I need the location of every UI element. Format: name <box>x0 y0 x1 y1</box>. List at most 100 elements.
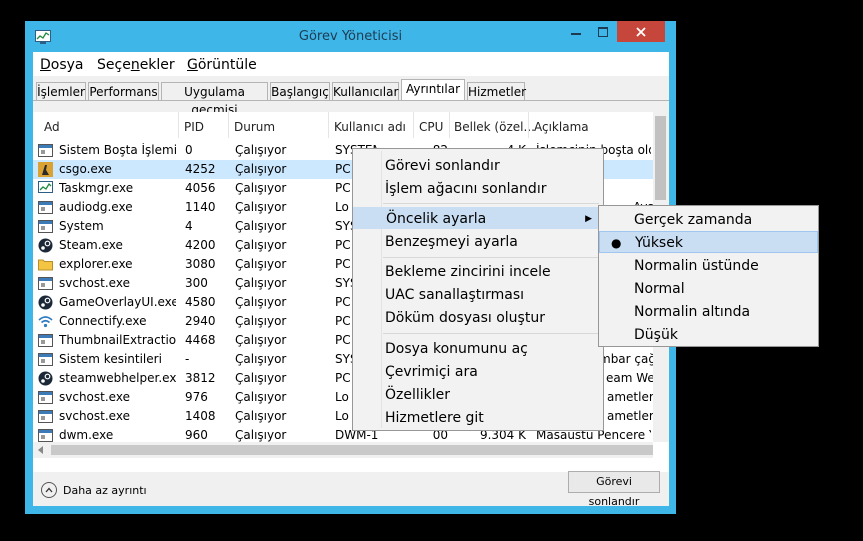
window-icon <box>38 200 53 215</box>
cell-pid: 4056 <box>185 181 216 195</box>
ctx-search-online[interactable]: Çevrimiçi ara <box>353 361 603 383</box>
ctx-end-process-tree[interactable]: İşlem ağacını sonlandır <box>353 178 603 200</box>
ctx-separator <box>383 333 599 334</box>
window-icon <box>38 276 53 291</box>
menu-secenekler-label-b: ekler <box>139 57 175 73</box>
tab-uygulama-gecmisi[interactable]: Uygulama geçmişi <box>161 82 268 117</box>
minimize-button[interactable] <box>562 21 589 42</box>
ctx-open-file-location[interactable]: Dosya konumunu aç <box>353 338 603 360</box>
steam-icon <box>38 238 53 253</box>
tab-ayrintilar[interactable]: Ayrıntılar <box>401 79 465 101</box>
cell-name: Sistem Boşta İşlemi <box>59 143 176 157</box>
ctx-end-task[interactable]: Görevi sonlandır <box>353 155 603 177</box>
chevron-up-icon <box>41 482 57 498</box>
menu-dosya[interactable]: Dosya <box>40 57 84 73</box>
scroll-left-icon[interactable] <box>37 446 45 454</box>
menu-secenekler-key: n <box>130 57 140 73</box>
cell-name: System <box>59 219 104 233</box>
col-header-cpu[interactable]: CPU <box>419 120 443 134</box>
folder-icon <box>38 257 53 272</box>
steam-icon <box>38 295 53 310</box>
less-details-button[interactable]: Daha az ayrıntı <box>41 480 147 500</box>
vertical-scroll-thumb[interactable] <box>655 116 666 200</box>
col-header-description[interactable]: Açıklama <box>534 120 589 134</box>
close-icon <box>636 26 646 37</box>
cell-name: csgo.exe <box>59 162 112 176</box>
cell-pid: 4468 <box>185 333 216 347</box>
cell-name: Sistem kesintileri <box>59 352 162 366</box>
col-separator[interactable] <box>228 112 229 138</box>
menu-secenekler[interactable]: Seçenekler <box>97 57 175 73</box>
col-header-memory[interactable]: Bellek (özel... <box>454 120 535 134</box>
cell-status: Çalışıyor <box>235 314 287 328</box>
cell-pid: 300 <box>185 276 208 290</box>
priority-submenu: Gerçek zamanda ● Yüksek Normalin üstünde… <box>598 205 819 347</box>
cell-status: Çalışıyor <box>235 333 287 347</box>
horizontal-scroll-thumb[interactable] <box>51 445 653 455</box>
description-overflow-text: mbar çağ <box>599 352 653 366</box>
cell-pid: 4200 <box>185 238 216 252</box>
cell-status: Çalışıyor <box>235 428 287 442</box>
col-header-pid[interactable]: PID <box>184 120 204 134</box>
priority-normal[interactable]: Normal <box>599 278 818 300</box>
cell-name: Steam.exe <box>59 238 123 252</box>
ctx-properties[interactable]: Özellikler <box>353 384 603 406</box>
ctx-separator <box>383 203 599 204</box>
cell-status: Çalışıyor <box>235 219 287 233</box>
window-icon <box>38 390 53 405</box>
menu-goruntule-label-rest: örüntüle <box>197 57 257 73</box>
radio-selected-icon: ● <box>611 236 622 250</box>
ctx-analyze-wait-chain[interactable]: Bekleme zincirini incele <box>353 261 603 283</box>
priority-above-normal[interactable]: Normalin üstünde <box>599 255 818 277</box>
menu-goruntule[interactable]: Görüntüle <box>187 57 257 73</box>
col-header-status[interactable]: Durum <box>234 120 275 134</box>
window-icon <box>38 143 53 158</box>
cell-name: GameOverlayUI.exe <box>59 295 176 309</box>
maximize-button[interactable] <box>590 21 616 42</box>
csgo-icon <box>38 162 53 177</box>
cell-status: Çalışıyor <box>235 390 287 404</box>
priority-below-normal[interactable]: Normalin altında <box>599 301 818 323</box>
tab-islemler[interactable]: İşlemler <box>36 82 86 100</box>
tab-hizmetler[interactable]: Hizmetler <box>467 82 526 100</box>
cell-name: explorer.exe <box>59 257 133 271</box>
cell-status: Çalışıyor <box>235 200 287 214</box>
col-separator[interactable] <box>528 112 529 138</box>
tab-kullanicilar[interactable]: Kullanıcılar <box>332 82 399 100</box>
cell-status: Çalışıyor <box>235 181 287 195</box>
taskmgr-icon <box>38 181 53 196</box>
cell-status: Çalışıyor <box>235 276 287 290</box>
ctx-uac-virtualization[interactable]: UAC sanallaştırması <box>353 284 603 306</box>
cell-name: ThumbnailExtraction... <box>59 333 176 347</box>
ctx-create-dump[interactable]: Döküm dosyası oluştur <box>353 307 603 329</box>
cell-status: Çalışıyor <box>235 295 287 309</box>
steam-icon <box>38 371 53 386</box>
ctx-set-affinity[interactable]: Benzeşmeyi ayarla <box>353 231 603 253</box>
col-separator[interactable] <box>178 112 179 138</box>
priority-low[interactable]: Düşük <box>599 324 818 346</box>
description-overflow-text: ametleri <box>607 390 653 404</box>
end-task-button[interactable]: Görevi sonlandır <box>568 471 660 508</box>
col-separator[interactable] <box>328 112 329 138</box>
priority-realtime[interactable]: Gerçek zamanda <box>599 209 818 231</box>
wifi-icon <box>38 314 53 329</box>
cell-name: svchost.exe <box>59 409 130 423</box>
tab-baslangic[interactable]: Başlangıç <box>270 82 330 100</box>
close-button[interactable] <box>617 21 665 42</box>
ctx-go-to-services[interactable]: Hizmetlere git <box>353 407 603 429</box>
cell-pid: 976 <box>185 390 208 404</box>
ctx-set-priority[interactable]: Öncelik ayarla ▶ <box>353 207 603 229</box>
col-header-user[interactable]: Kullanıcı adı <box>334 120 406 134</box>
horizontal-scrollbar[interactable] <box>33 442 653 458</box>
col-separator[interactable] <box>413 112 414 138</box>
cell-status: Çalışıyor <box>235 162 287 176</box>
title-bar[interactable]: Görev Yöneticisi <box>25 21 676 53</box>
col-separator[interactable] <box>449 112 450 138</box>
col-header-name[interactable]: Ad <box>44 120 60 134</box>
less-details-label: Daha az ayrıntı <box>63 483 147 497</box>
priority-high[interactable]: ● Yüksek <box>599 231 818 253</box>
tab-performans[interactable]: Performans <box>88 82 159 100</box>
menu-dosya-label-rest: osya <box>50 57 84 73</box>
cell-name: audiodg.exe <box>59 200 133 214</box>
tab-divider <box>33 100 669 101</box>
